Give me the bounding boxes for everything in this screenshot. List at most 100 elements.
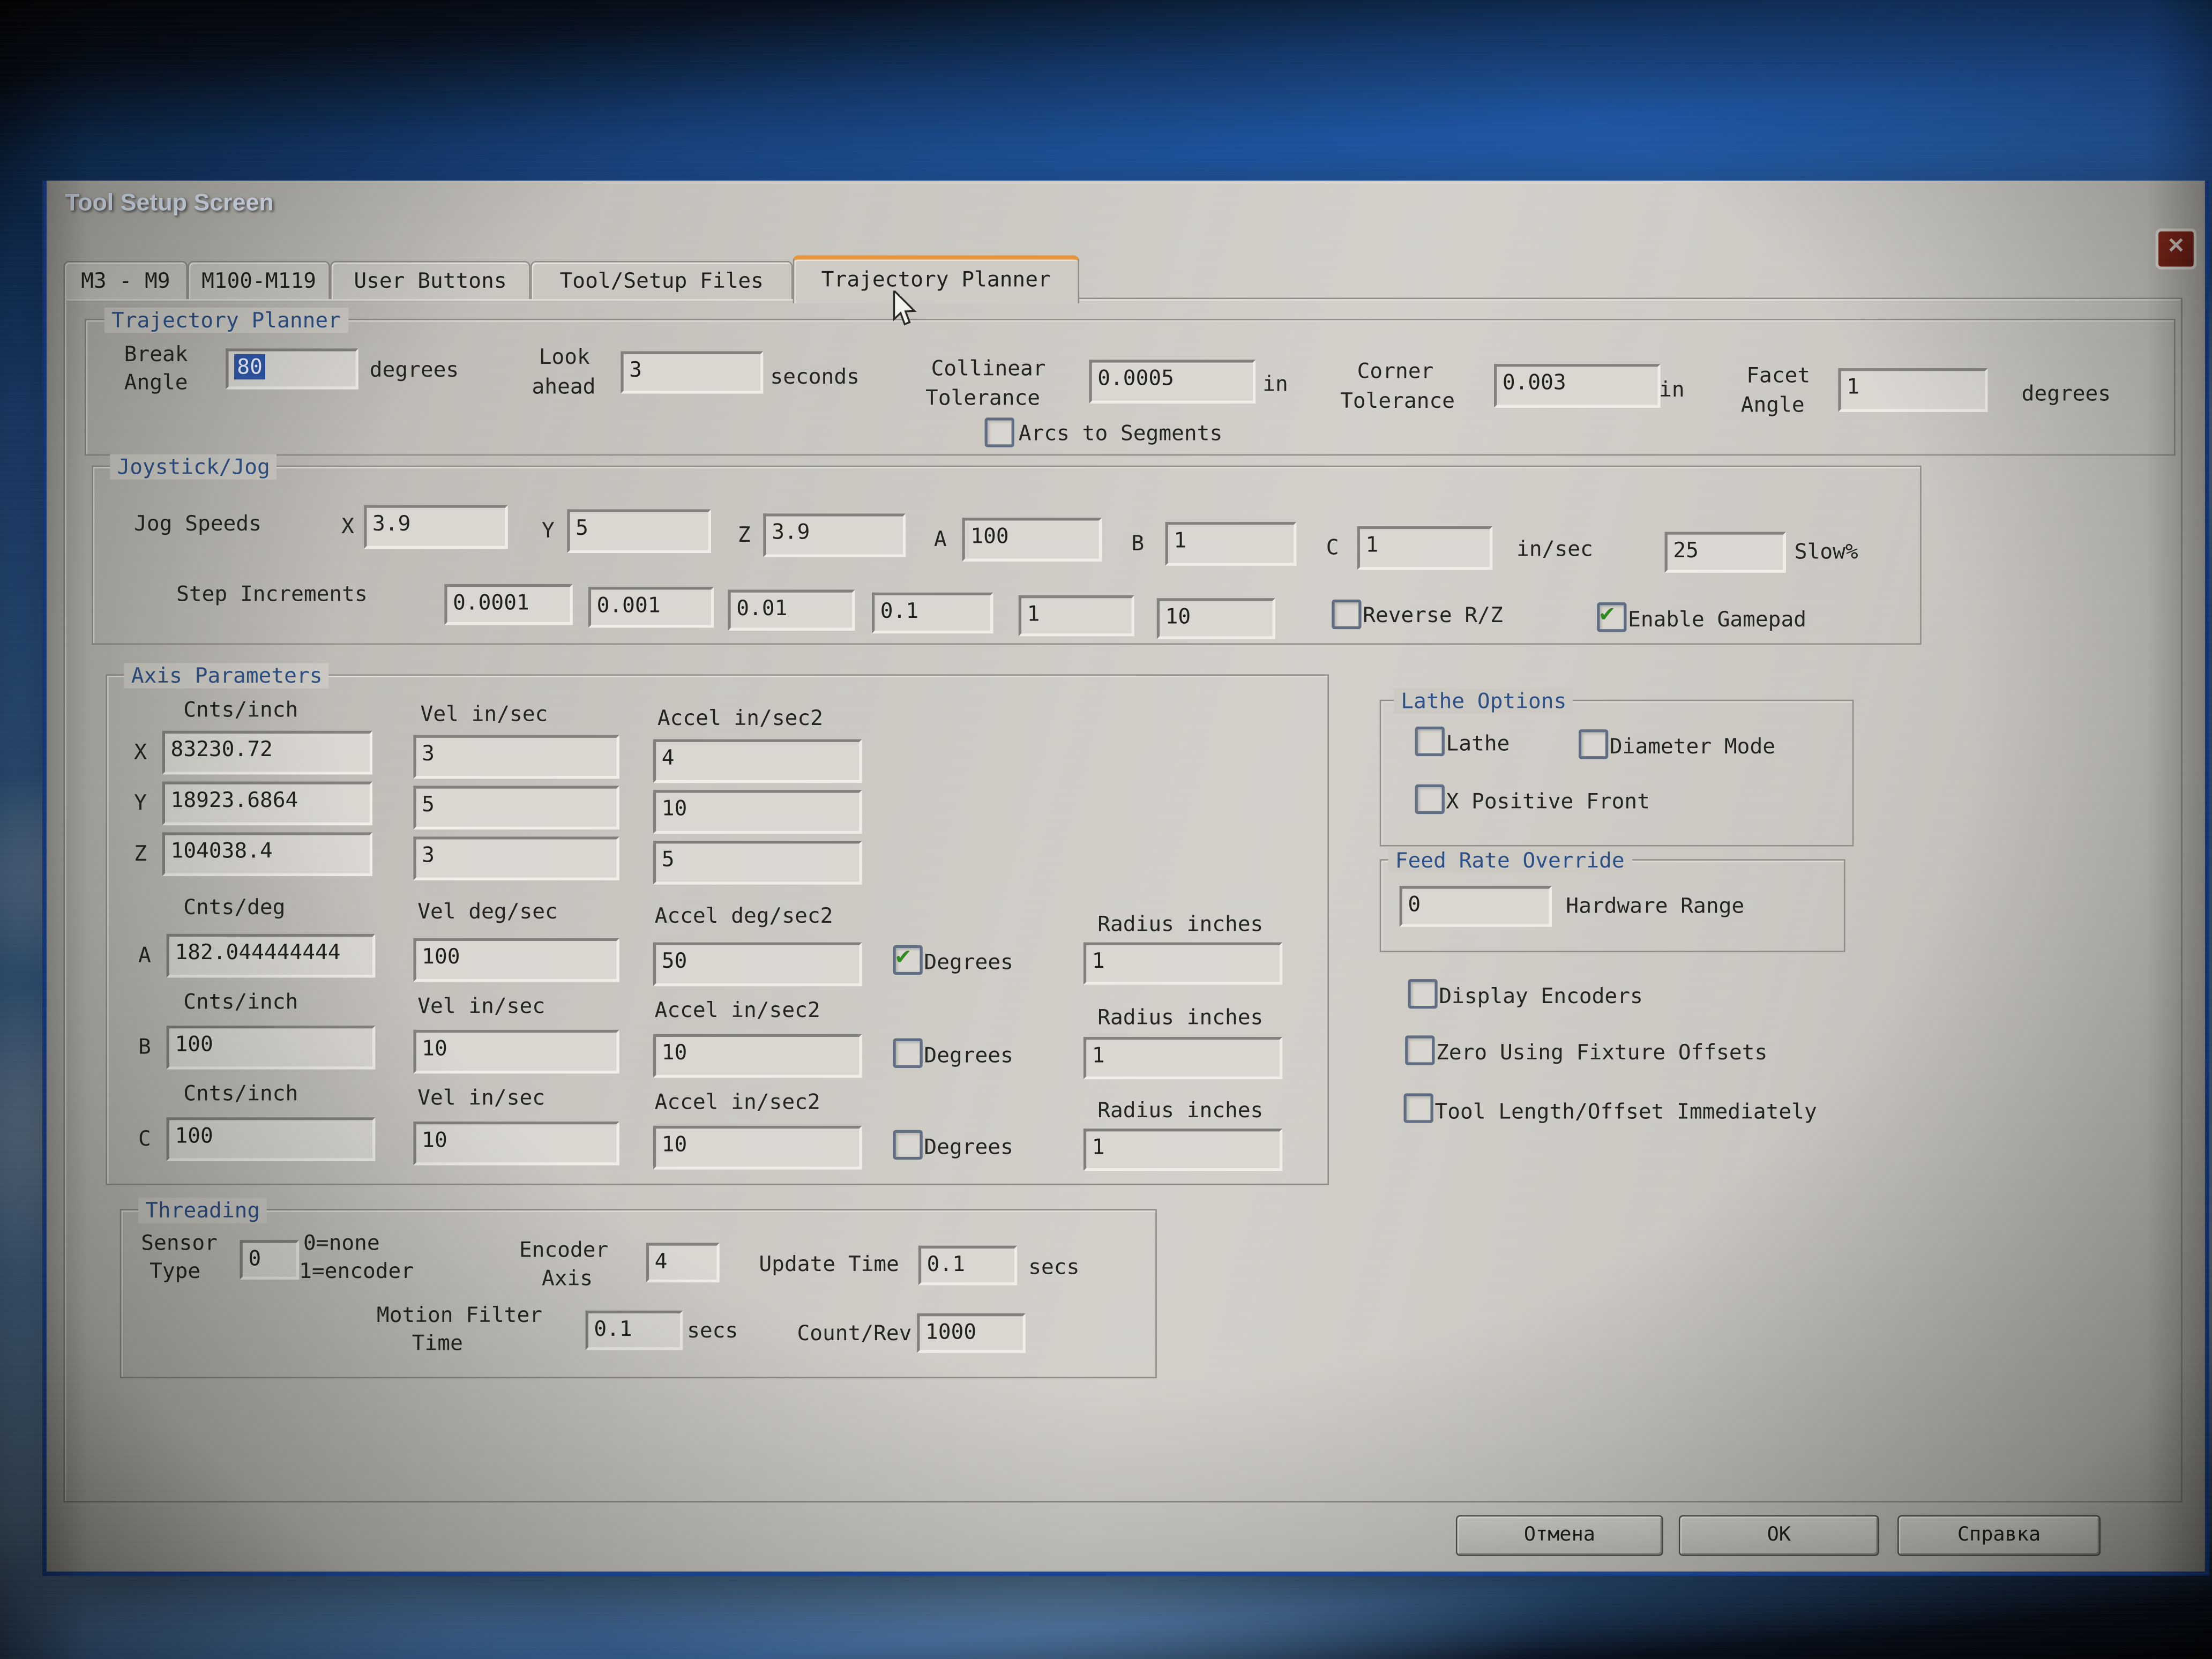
x-cnts-input[interactable]: 83230.72	[162, 731, 372, 775]
encoder-axis-label-2: Axis	[542, 1266, 593, 1291]
c-accel-input[interactable]: 10	[653, 1126, 862, 1170]
step-increment-4-input[interactable]: 0.1	[872, 593, 993, 633]
b-degrees-checkbox[interactable]	[893, 1038, 922, 1068]
encoder-axis-label-1: Encoder	[519, 1237, 608, 1262]
header-radius-c: Radius inches	[1097, 1097, 1263, 1123]
update-time-unit: secs	[1028, 1254, 1079, 1279]
lathe-label: Lathe	[1446, 731, 1510, 756]
sensor-type-input[interactable]: 0	[240, 1240, 300, 1280]
close-icon[interactable]: ✕	[2156, 228, 2196, 269]
y-accel-input[interactable]: 10	[653, 790, 862, 834]
update-time-input[interactable]: 0.1	[918, 1246, 1017, 1286]
axis-b-label: B	[138, 1034, 151, 1059]
tab-m3-m9[interactable]: M3 - M9	[63, 261, 188, 299]
step-increment-3-input[interactable]: 0.01	[728, 589, 855, 630]
count-rev-input[interactable]: 1000	[917, 1313, 1026, 1353]
header-radius-b: Radius inches	[1097, 1004, 1263, 1029]
display-encoders-checkbox[interactable]	[1408, 979, 1437, 1008]
step-increment-2-input[interactable]: 0.001	[588, 587, 714, 627]
jog-c-input[interactable]: 1	[1357, 526, 1493, 570]
collinear-label-1: Collinear	[931, 355, 1046, 380]
lathe-checkbox[interactable]	[1415, 727, 1445, 756]
mouse-cursor	[889, 290, 920, 327]
a-radius-input[interactable]: 1	[1083, 943, 1282, 985]
header-accel-insec2-c: Accel in/sec2	[655, 1089, 820, 1114]
b-accel-input[interactable]: 10	[653, 1034, 862, 1078]
jog-axis-a-label: A	[934, 526, 947, 551]
diameter-mode-checkbox[interactable]	[1579, 729, 1608, 759]
a-degrees-label: Degrees	[924, 950, 1013, 975]
encoder-axis-input[interactable]: 4	[646, 1243, 720, 1282]
enable-gamepad-checkbox[interactable]	[1597, 602, 1626, 632]
x-vel-input[interactable]: 3	[413, 735, 619, 779]
break-angle-label-2: Angle	[124, 370, 188, 395]
ok-button[interactable]: OK	[1679, 1515, 1879, 1556]
a-degrees-checkbox[interactable]	[893, 945, 922, 975]
motion-filter-label-2: Time	[412, 1331, 463, 1356]
jog-y-input[interactable]: 5	[567, 509, 711, 553]
cancel-button[interactable]: Отмена	[1456, 1515, 1663, 1556]
header-vel-insec-c: Vel in/sec	[417, 1085, 545, 1110]
a-accel-input[interactable]: 50	[653, 943, 862, 987]
b-cnts-input[interactable]: 100	[167, 1026, 376, 1070]
z-vel-input[interactable]: 3	[413, 836, 619, 880]
c-vel-input[interactable]: 10	[413, 1122, 619, 1165]
corner-label-2: Tolerance	[1340, 388, 1455, 413]
arcs-to-segments-checkbox[interactable]	[985, 417, 1014, 447]
zero-fixture-offsets-checkbox[interactable]	[1405, 1035, 1434, 1065]
threading-group-label: Threading	[138, 1198, 267, 1223]
jog-axis-c-label: C	[1326, 535, 1339, 560]
step-increment-5-input[interactable]: 1	[1019, 595, 1134, 636]
jog-axis-b-label: B	[1131, 530, 1144, 556]
y-vel-input[interactable]: 5	[413, 786, 619, 829]
axis-c-label: C	[138, 1126, 151, 1151]
y-cnts-input[interactable]: 18923.6864	[162, 782, 372, 826]
b-degrees-label: Degrees	[924, 1043, 1013, 1068]
c-degrees-checkbox[interactable]	[893, 1130, 922, 1160]
jog-b-input[interactable]: 1	[1165, 522, 1297, 566]
a-vel-input[interactable]: 100	[413, 938, 619, 982]
c-cnts-input[interactable]: 100	[167, 1117, 376, 1161]
look-ahead-input[interactable]: 3	[621, 352, 763, 394]
slow-percent-label: Slow%	[1795, 539, 1858, 564]
facet-angle-input[interactable]: 1	[1838, 368, 1987, 412]
feed-rate-override-input[interactable]: 0	[1400, 886, 1552, 926]
feed-rate-override-group-label: Feed Rate Override	[1388, 848, 1632, 873]
jog-z-input[interactable]: 3.9	[763, 513, 906, 557]
x-accel-input[interactable]: 4	[653, 739, 862, 783]
header-accel-degsec2: Accel deg/sec2	[655, 903, 833, 928]
header-accel-insec2: Accel in/sec2	[657, 705, 823, 730]
motion-filter-input[interactable]: 0.1	[586, 1311, 683, 1350]
tool-length-offset-checkbox[interactable]	[1404, 1093, 1433, 1123]
z-cnts-input[interactable]: 104038.4	[162, 832, 372, 876]
collinear-unit: in	[1262, 371, 1288, 396]
axis-parameters-group-label: Axis Parameters	[124, 663, 330, 688]
jog-x-input[interactable]: 3.9	[364, 505, 508, 549]
c-radius-input[interactable]: 1	[1083, 1129, 1282, 1171]
tab-trajectory-planner[interactable]: Trajectory Planner	[793, 256, 1079, 304]
jog-a-input[interactable]: 100	[962, 518, 1102, 562]
step-increment-1-input[interactable]: 0.0001	[444, 584, 573, 625]
header-cnts-inch-b: Cnts/inch	[183, 989, 298, 1014]
b-radius-input[interactable]: 1	[1083, 1037, 1282, 1079]
b-vel-input[interactable]: 10	[413, 1030, 619, 1074]
corner-unit: in	[1659, 377, 1685, 402]
tab-tool-setup-files[interactable]: Tool/Setup Files	[530, 261, 793, 299]
break-angle-input[interactable]: 80	[226, 348, 358, 389]
x-positive-front-checkbox[interactable]	[1415, 784, 1445, 814]
header-accel-insec2-b: Accel in/sec2	[655, 997, 820, 1022]
help-button[interactable]: Справка	[1897, 1515, 2101, 1556]
zero-fixture-offsets-label: Zero Using Fixture Offsets	[1436, 1040, 1767, 1065]
tab-user-buttons[interactable]: User Buttons	[330, 261, 530, 299]
jog-axis-x-label: X	[341, 513, 354, 539]
slow-percent-input[interactable]: 25	[1665, 532, 1786, 573]
a-cnts-input[interactable]: 182.044444444	[167, 934, 376, 978]
corner-tolerance-input[interactable]: 0.003	[1494, 364, 1661, 408]
reverse-rz-checkbox[interactable]	[1332, 600, 1361, 629]
step-increment-6-input[interactable]: 10	[1157, 598, 1275, 639]
tab-m100-m119[interactable]: M100-M119	[188, 261, 330, 299]
collinear-tolerance-input[interactable]: 0.0005	[1089, 360, 1256, 403]
z-accel-input[interactable]: 5	[653, 841, 862, 885]
diameter-mode-label: Diameter Mode	[1610, 734, 1775, 759]
step-increments-label: Step Increments	[176, 581, 368, 607]
